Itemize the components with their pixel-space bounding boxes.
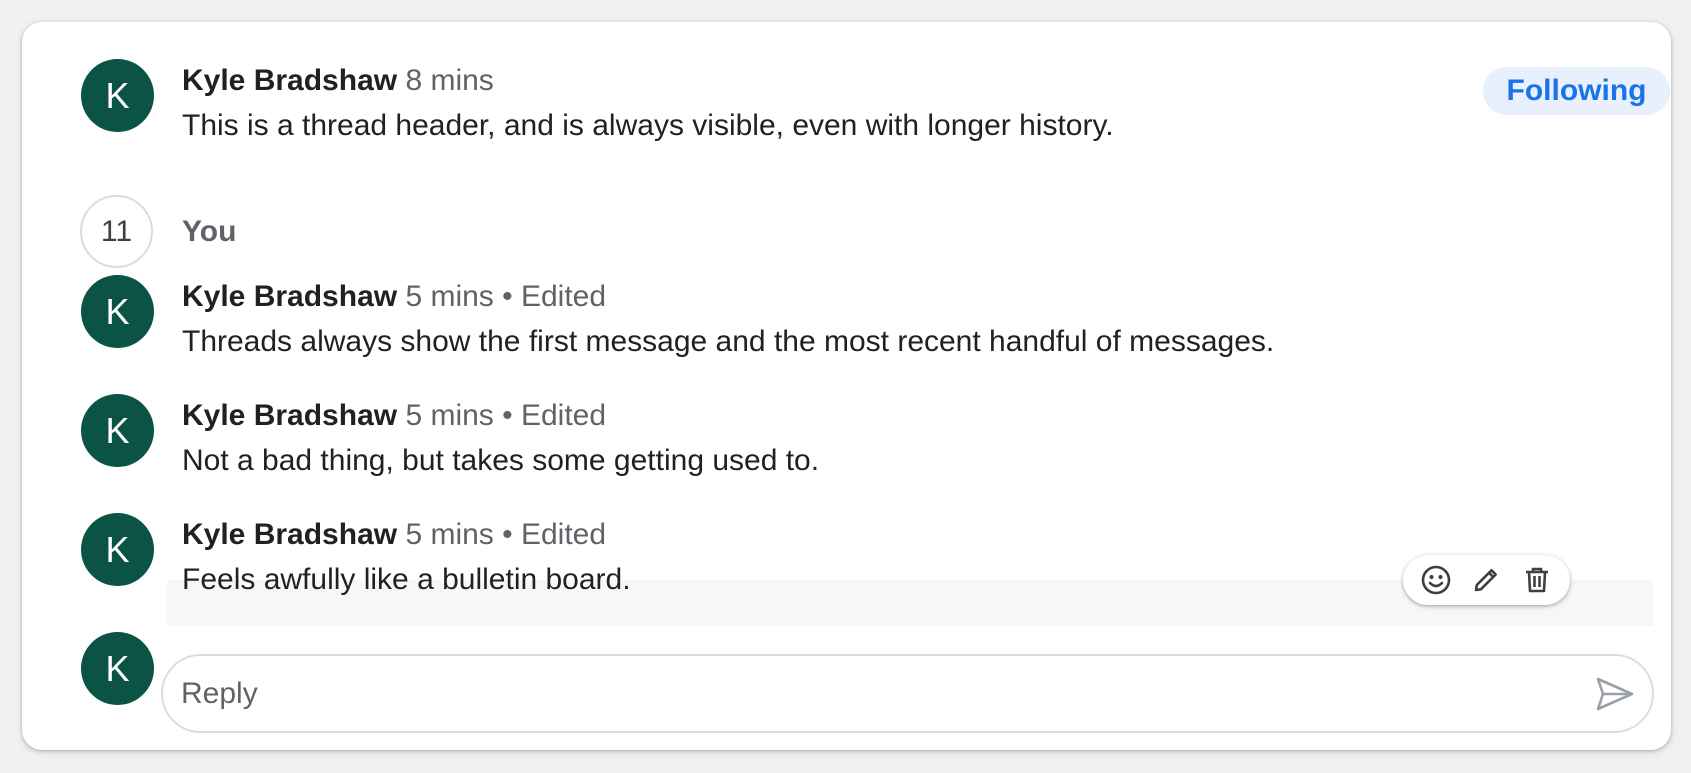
- following-button[interactable]: Following: [1483, 67, 1670, 115]
- edited-label: • Edited: [502, 399, 607, 432]
- reply-input[interactable]: [181, 656, 1521, 731]
- avatar[interactable]: K: [81, 59, 154, 132]
- trash-icon: [1525, 567, 1548, 593]
- message-text: Feels awfully like a bulletin board.: [182, 563, 631, 596]
- message-meta: Kyle Bradshaw 5 mins • Edited: [182, 398, 606, 434]
- author-name[interactable]: Kyle Bradshaw: [182, 399, 397, 432]
- collapsed-participants-label[interactable]: You: [182, 215, 236, 249]
- current-user-avatar[interactable]: K: [81, 632, 154, 705]
- timestamp: 5 mins: [405, 518, 494, 551]
- message-meta: Kyle Bradshaw 5 mins • Edited: [182, 517, 606, 553]
- reply-composer: [161, 654, 1654, 733]
- author-name[interactable]: Kyle Bradshaw: [182, 280, 397, 313]
- message-meta: Kyle Bradshaw 5 mins • Edited: [182, 279, 606, 315]
- message-text: Threads always show the first message an…: [182, 325, 1275, 358]
- message-text: Not a bad thing, but takes some getting …: [182, 444, 820, 477]
- message-meta: Kyle Bradshaw 8 mins: [182, 63, 494, 99]
- hidden-replies-count[interactable]: 11: [80, 195, 153, 268]
- message-actions-toolbar: [1403, 555, 1570, 605]
- add-reaction-button[interactable]: [1416, 560, 1456, 600]
- send-icon: [1596, 677, 1634, 711]
- avatar[interactable]: K: [81, 513, 154, 586]
- pencil-icon: [1475, 569, 1498, 592]
- emoji-icon: [1421, 565, 1451, 595]
- avatar[interactable]: K: [81, 275, 154, 348]
- thread-card: Following K Kyle Bradshaw 8 mins This is…: [22, 22, 1671, 750]
- edited-label: • Edited: [502, 518, 607, 551]
- send-button[interactable]: [1593, 674, 1637, 714]
- edit-message-button[interactable]: [1466, 560, 1506, 600]
- timestamp: 5 mins: [405, 399, 494, 432]
- author-name[interactable]: Kyle Bradshaw: [182, 518, 397, 551]
- message-text: This is a thread header, and is always v…: [182, 109, 1114, 142]
- timestamp: 5 mins: [405, 280, 494, 313]
- edited-label: • Edited: [502, 280, 607, 313]
- author-name[interactable]: Kyle Bradshaw: [182, 64, 397, 97]
- avatar[interactable]: K: [81, 394, 154, 467]
- delete-message-button[interactable]: [1517, 560, 1557, 600]
- timestamp: 8 mins: [405, 64, 494, 97]
